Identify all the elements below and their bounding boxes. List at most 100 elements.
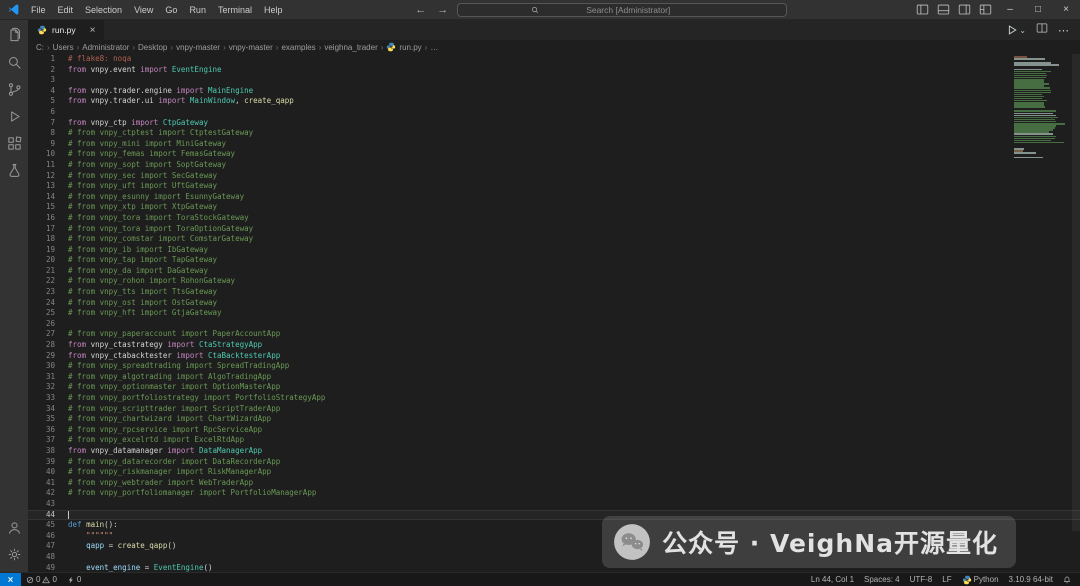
code-line-31[interactable]: 31# from vnpy_algotrading import AlgoTra… [28,372,1080,383]
line-number[interactable]: 17 [28,224,68,235]
line-number[interactable]: 5 [28,96,68,107]
line-number[interactable]: 35 [28,414,68,425]
line-number[interactable]: 25 [28,308,68,319]
line-number[interactable]: 10 [28,149,68,160]
code-line-7[interactable]: 7from vnpy_ctp import CtpGateway [28,118,1080,129]
line-number[interactable]: 26 [28,319,68,330]
menu-file[interactable]: File [25,0,52,20]
line-number[interactable]: 39 [28,457,68,468]
line-number[interactable]: 18 [28,234,68,245]
toggle-secondary-sidebar-icon[interactable] [954,3,975,16]
line-number[interactable]: 29 [28,351,68,362]
breadcrumb-item[interactable]: Desktop [138,43,167,52]
code-line-35[interactable]: 35# from vnpy_chartwizard import ChartWi… [28,414,1080,425]
line-number[interactable]: 28 [28,340,68,351]
code-line-20[interactable]: 20# from vnpy_tap import TapGateway [28,255,1080,266]
line-number[interactable]: 49 [28,563,68,573]
line-number[interactable]: 11 [28,160,68,171]
nav-forward-icon[interactable]: → [435,4,450,16]
code-line-40[interactable]: 40# from vnpy_riskmanager import RiskMan… [28,467,1080,478]
line-number[interactable]: 9 [28,139,68,150]
code-line-12[interactable]: 12# from vnpy_sec import SecGateway [28,171,1080,182]
line-number[interactable]: 13 [28,181,68,192]
line-number[interactable]: 44 [28,510,68,521]
tab-run-py[interactable]: run.py × [28,20,105,40]
menu-run[interactable]: Run [183,0,212,20]
code-line-24[interactable]: 24# from vnpy_ost import OstGateway [28,298,1080,309]
breadcrumb-item[interactable]: vnpy-master [229,43,273,52]
line-number[interactable]: 46 [28,531,68,542]
cursor-position[interactable]: Ln 44, Col 1 [806,575,859,584]
indentation[interactable]: Spaces: 4 [859,575,905,584]
code-line-27[interactable]: 27# from vnpy_paperaccount import PaperA… [28,329,1080,340]
code-line-18[interactable]: 18# from vnpy_comstar import ComstarGate… [28,234,1080,245]
toggle-panel-icon[interactable] [933,3,954,16]
line-number[interactable]: 37 [28,435,68,446]
search-box[interactable] [457,3,787,17]
nav-back-icon[interactable]: ← [413,4,428,16]
tab-close-icon[interactable]: × [90,25,96,36]
line-number[interactable]: 3 [28,75,68,86]
code-line-22[interactable]: 22# from vnpy_rohon import RohonGateway [28,276,1080,287]
scrollbar-thumb[interactable] [1072,54,1080,531]
code-line-11[interactable]: 11# from vnpy_sopt import SoptGateway [28,160,1080,171]
breadcrumb-item[interactable]: vnpy-master [176,43,220,52]
minimize-button[interactable]: – [996,0,1024,20]
run-python-file-button[interactable]: ⌄ [1006,24,1026,36]
code-line-23[interactable]: 23# from vnpy_tts import TtsGateway [28,287,1080,298]
line-number[interactable]: 8 [28,128,68,139]
line-number[interactable]: 20 [28,255,68,266]
code-line-42[interactable]: 42# from vnpy_portfoliomanager import Po… [28,488,1080,499]
line-number[interactable]: 33 [28,393,68,404]
code-line-5[interactable]: 5from vnpy.trader.ui import MainWindow, … [28,96,1080,107]
line-number[interactable]: 34 [28,404,68,415]
code-line-30[interactable]: 30# from vnpy_spreadtrading import Sprea… [28,361,1080,372]
line-number[interactable]: 23 [28,287,68,298]
code-line-8[interactable]: 8# from vnpy_ctptest import CtptestGatew… [28,128,1080,139]
code-line-38[interactable]: 38from vnpy_datamanager import DataManag… [28,446,1080,457]
code-line-29[interactable]: 29from vnpy_ctabacktester import CtaBack… [28,351,1080,362]
more-actions-icon[interactable]: ⋯ [1058,24,1070,37]
line-number[interactable]: 4 [28,86,68,97]
line-number[interactable]: 45 [28,520,68,531]
breadcrumb-item[interactable]: Administrator [82,43,129,52]
vertical-scrollbar[interactable] [1072,54,1080,572]
activity-bar-item-account[interactable] [0,516,28,543]
line-number[interactable]: 47 [28,541,68,552]
line-number[interactable]: 31 [28,372,68,383]
menu-edit[interactable]: Edit [52,0,80,20]
code-line-1[interactable]: 1# flake8: noqa [28,54,1080,65]
code-line-19[interactable]: 19# from vnpy_ib import IbGateway [28,245,1080,256]
code-line-32[interactable]: 32# from vnpy_optionmaster import Option… [28,382,1080,393]
line-number[interactable]: 19 [28,245,68,256]
menu-help[interactable]: Help [258,0,289,20]
code-line-43[interactable]: 43 [28,499,1080,510]
breadcrumb-item[interactable]: Users [53,43,74,52]
line-number[interactable]: 27 [28,329,68,340]
code-line-15[interactable]: 15# from vnpy_xtp import XtpGateway [28,202,1080,213]
maximize-button[interactable]: □ [1024,0,1052,20]
line-number[interactable]: 22 [28,276,68,287]
code-line-21[interactable]: 21# from vnpy_da import DaGateway [28,266,1080,277]
notifications-button[interactable] [1058,576,1076,584]
code-line-39[interactable]: 39# from vnpy_datarecorder import DataRe… [28,457,1080,468]
line-number[interactable]: 48 [28,552,68,563]
customize-layout-icon[interactable] [975,3,996,16]
code-line-36[interactable]: 36# from vnpy_rpcservice import RpcServi… [28,425,1080,436]
menu-view[interactable]: View [128,0,159,20]
menu-terminal[interactable]: Terminal [212,0,258,20]
line-number[interactable]: 40 [28,467,68,478]
line-number[interactable]: 41 [28,478,68,489]
breadcrumb-item[interactable]: examples [281,43,315,52]
code-line-34[interactable]: 34# from vnpy_scripttrader import Script… [28,404,1080,415]
code-line-13[interactable]: 13# from vnpy_uft import UftGateway [28,181,1080,192]
language-mode[interactable]: Python [957,575,1004,585]
line-number[interactable]: 12 [28,171,68,182]
code-line-16[interactable]: 16# from vnpy_tora import ToraStockGatew… [28,213,1080,224]
close-button[interactable]: × [1052,0,1080,20]
remote-indicator[interactable] [0,573,21,586]
line-number[interactable]: 36 [28,425,68,436]
activity-bar-item-run-and-debug[interactable] [0,105,28,132]
line-number[interactable]: 38 [28,446,68,457]
activity-bar-item-source-control[interactable] [0,78,28,105]
